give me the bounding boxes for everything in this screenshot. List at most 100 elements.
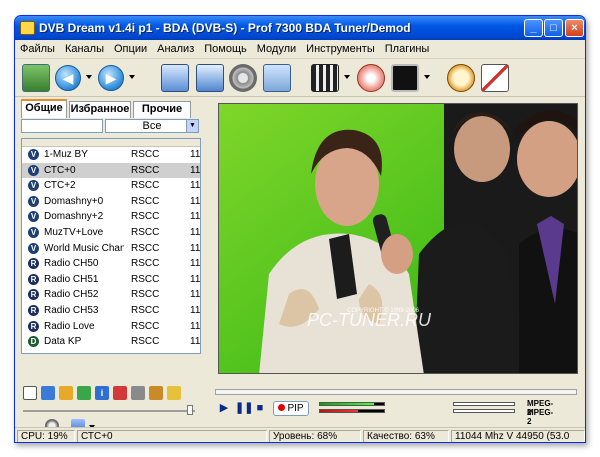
pip-button[interactable]: PIP bbox=[273, 401, 309, 416]
channel-row[interactable]: V СТС+0 RSCC 11 bbox=[22, 162, 201, 179]
stop-icon[interactable]: ■ bbox=[253, 401, 267, 415]
slider-thumb[interactable] bbox=[187, 405, 193, 415]
menu-files[interactable]: Файлы bbox=[15, 40, 60, 55]
monitor-icon[interactable] bbox=[161, 64, 189, 92]
notes-icon[interactable] bbox=[167, 386, 181, 400]
channel-row[interactable]: R Radio Love RSCC 11 bbox=[22, 319, 200, 335]
minus-icon[interactable] bbox=[23, 386, 37, 400]
signal-meter-top-fill bbox=[320, 403, 375, 405]
menu-modules[interactable]: Модули bbox=[252, 40, 301, 55]
channel-frequency: 11 bbox=[190, 149, 201, 160]
play-icon[interactable]: ▶ bbox=[217, 401, 231, 415]
next-dropdown-icon[interactable] bbox=[129, 75, 135, 79]
channel-row[interactable]: R Radio CH51 RSCC 11 bbox=[22, 272, 200, 288]
channel-row[interactable]: R Radio CH53 RSCC 11 bbox=[22, 303, 200, 319]
channel-name: MuzTV+Love bbox=[44, 226, 104, 238]
audio-meter-top bbox=[453, 402, 515, 406]
stop-record-icon[interactable] bbox=[357, 64, 385, 92]
volume-slider[interactable] bbox=[23, 405, 195, 415]
channel-frequency: 11 bbox=[190, 304, 201, 316]
channel-name: СТС+0 bbox=[44, 164, 76, 176]
channel-satellite: RSCC bbox=[131, 164, 160, 176]
yellow-diamond-icon[interactable] bbox=[59, 386, 73, 400]
channel-name: Radio CH51 bbox=[44, 273, 99, 285]
channel-row[interactable]: V World Music Chan... RSCC 11 bbox=[22, 241, 200, 257]
record-dropdown-icon[interactable] bbox=[344, 75, 350, 79]
menu-help[interactable]: Помощь bbox=[199, 40, 252, 55]
channel-list[interactable]: V 1-Muz BY RSCC 11 V СТС+0 RSCC 11 V СТС+2 RSCC 11 V… bbox=[21, 138, 201, 354]
channel-row[interactable]: R Radio CH50 RSCC 11 bbox=[22, 256, 200, 272]
channel-row[interactable]: V Domashny+2 RSCC 11 bbox=[22, 209, 200, 225]
toolbar: ◀ ▶ bbox=[15, 59, 585, 97]
audio-meter-bottom bbox=[453, 409, 515, 413]
menu-plugins[interactable]: Плагины bbox=[380, 40, 435, 55]
timer-clock-icon[interactable] bbox=[447, 64, 475, 92]
channel-panel: Общие Избранное Прочие Все ▼ V 1-Muz BY RS… bbox=[17, 97, 205, 433]
info-icon[interactable]: i bbox=[95, 386, 109, 400]
channel-frequency: 11 bbox=[190, 320, 201, 332]
channel-satellite: RSCC bbox=[131, 149, 160, 160]
video-area[interactable]: PC-TUNER.RU COPYRIGHT © 1999-2006 bbox=[218, 103, 578, 374]
channel-satellite: RSCC bbox=[131, 289, 160, 301]
video-channel-icon: V bbox=[28, 149, 39, 160]
tab-favorites[interactable]: Избранное bbox=[69, 101, 131, 118]
menu-channels[interactable]: Каналы bbox=[60, 40, 109, 55]
menu-bar: Файлы Каналы Опции Анализ Помощь Модули Инстру… bbox=[15, 40, 585, 59]
channel-name: Radio CH50 bbox=[44, 258, 99, 270]
osd-dropdown-icon[interactable] bbox=[424, 75, 430, 79]
green-diamond-icon[interactable] bbox=[77, 386, 91, 400]
channel-row[interactable]: D Data KP RSCC 11 bbox=[22, 334, 200, 350]
audio-codec-label: MPEG-2 bbox=[527, 408, 554, 426]
radio-channel-icon: R bbox=[28, 289, 39, 301]
seek-bar[interactable] bbox=[215, 389, 577, 395]
channel-filter-select[interactable]: Все ▼ bbox=[105, 119, 199, 133]
heart-icon[interactable] bbox=[113, 386, 127, 400]
channel-frequency: 11 bbox=[190, 211, 201, 223]
app-icon bbox=[20, 21, 35, 35]
main-window: DVB Dream v1.4i p1 - BDA (DVB-S) - Prof … bbox=[14, 15, 586, 443]
channel-row[interactable]: R Radio CH52 RSCC 11 bbox=[22, 287, 200, 303]
clapperboard-icon[interactable] bbox=[311, 64, 339, 92]
channel-row[interactable]: V MuzTV+Love RSCC 11 bbox=[22, 225, 200, 241]
tab-other[interactable]: Прочие bbox=[133, 101, 191, 118]
previous-dropdown-icon[interactable] bbox=[86, 75, 92, 79]
chevron-down-icon[interactable]: ▼ bbox=[186, 120, 198, 132]
osd-screen-icon[interactable] bbox=[391, 64, 419, 92]
signal-meter-bottom-fill bbox=[320, 410, 359, 412]
close-button[interactable]: × bbox=[565, 19, 584, 37]
slider-track bbox=[23, 410, 195, 412]
copyright-text: COPYRIGHT © 1999-2006 bbox=[347, 307, 420, 314]
video-channel-icon: V bbox=[28, 195, 39, 207]
scan-icon[interactable] bbox=[481, 64, 509, 92]
pause-icon[interactable]: ❚❚ bbox=[235, 401, 253, 415]
window-title: DVB Dream v1.4i p1 - BDA (DVB-S) - Prof … bbox=[39, 21, 411, 35]
maximize-button[interactable]: □ bbox=[544, 19, 563, 37]
title-bar[interactable]: DVB Dream v1.4i p1 - BDA (DVB-S) - Prof … bbox=[15, 16, 585, 40]
channel-row[interactable]: V 1-Muz BY RSCC 11 bbox=[22, 147, 200, 163]
export-icon[interactable] bbox=[149, 386, 163, 400]
channel-row[interactable]: V Domashny+0 RSCC 11 bbox=[22, 194, 200, 210]
menu-tools[interactable]: Инструменты bbox=[301, 40, 380, 55]
open-folder-icon[interactable] bbox=[22, 64, 50, 92]
channel-frequency: 11 bbox=[190, 289, 201, 301]
previous-channel-icon[interactable]: ◀ bbox=[55, 65, 81, 91]
blue-diamond-icon[interactable] bbox=[41, 386, 55, 400]
next-channel-icon[interactable]: ▶ bbox=[98, 65, 124, 91]
menu-analysis[interactable]: Анализ bbox=[152, 40, 199, 55]
channel-frequency: 11 bbox=[190, 180, 201, 192]
menu-options[interactable]: Опции bbox=[109, 40, 152, 55]
channel-name: Domashny+2 bbox=[44, 211, 104, 223]
settings-gear-icon[interactable] bbox=[229, 64, 257, 92]
channel-satellite: RSCC bbox=[131, 242, 160, 254]
epg-window-icon[interactable] bbox=[196, 64, 224, 92]
channel-row[interactable]: V СТС+2 RSCC 11 bbox=[22, 178, 200, 194]
pip-label: PIP bbox=[287, 403, 304, 414]
cut-icon[interactable] bbox=[131, 386, 145, 400]
tv-icon[interactable] bbox=[263, 64, 291, 92]
tab-general[interactable]: Общие bbox=[21, 99, 67, 118]
radio-channel-icon: R bbox=[28, 304, 39, 316]
channel-search-input[interactable] bbox=[21, 119, 103, 133]
minimize-button[interactable]: _ bbox=[524, 19, 543, 37]
channel-frequency: 11 bbox=[190, 164, 201, 176]
channel-satellite: RSCC bbox=[131, 195, 160, 207]
